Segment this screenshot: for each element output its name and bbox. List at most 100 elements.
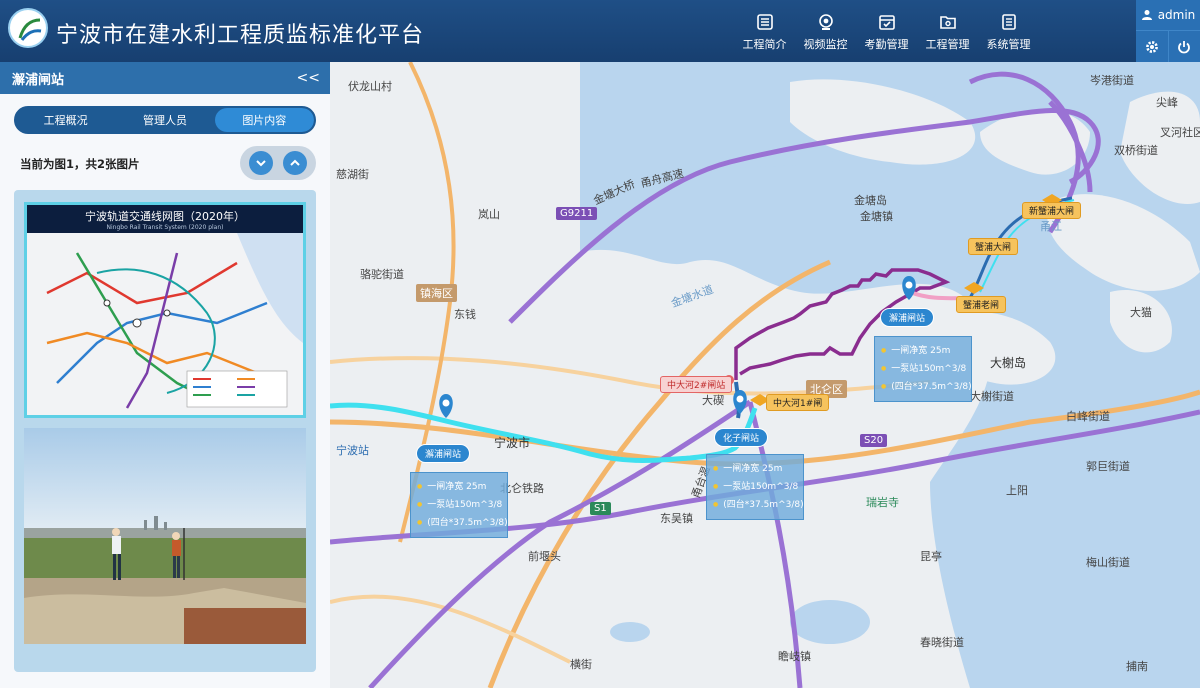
place-label: 金塘岛 (854, 194, 887, 207)
gate-tag-xiepu[interactable]: 蟹浦大闸 (968, 238, 1019, 255)
station-tag-huazi[interactable]: 化子闸站 (714, 428, 769, 447)
place-label: 瑞岩寺 (866, 496, 899, 509)
info-row: (四台*37.5m^3/8) (713, 496, 803, 514)
road-shield: S1 (590, 502, 611, 515)
place-label: 伏龙山村 (348, 80, 392, 93)
nav-label: 视频监控 (803, 37, 848, 51)
tab-images[interactable]: 图片内容 (214, 108, 314, 132)
info-row: 一闸净宽 25m (417, 478, 501, 496)
next-image-button[interactable] (249, 151, 273, 175)
place-label: 东吴镇 (660, 512, 693, 525)
place-label: 上阳 (1006, 484, 1028, 497)
transit-map-drawing (27, 233, 303, 415)
tab-managers[interactable]: 管理人员 (115, 108, 214, 132)
gate-tag-xiepu-old[interactable]: 蟹浦老闸 (956, 296, 1007, 313)
power-icon (1178, 40, 1191, 53)
info-row: 一泵站150m^3/8 (417, 496, 502, 514)
collapse-sidebar-button[interactable]: << (297, 70, 320, 86)
nav-video-monitor[interactable]: 视频监控 (795, 0, 856, 62)
camera-icon (818, 13, 833, 30)
info-row: (四台*37.5m^3/8) (417, 514, 507, 532)
station-info-xiepu-left: 一闸净宽 25m 一泵站150m^3/8 (四台*37.5m^3/8) (410, 472, 508, 538)
info-row: 一闸净宽 25m (881, 342, 965, 360)
gear-icon (1145, 40, 1158, 53)
place-label: 慈湖街 (336, 168, 369, 181)
nav-label: 工程管理 (925, 37, 970, 51)
settings-button[interactable] (1136, 31, 1169, 62)
user-tools (1136, 31, 1200, 62)
place-label: 大碶 (702, 394, 724, 407)
chevron-down-icon (256, 160, 266, 167)
nav-project-manage[interactable]: 工程管理 (917, 0, 978, 62)
logout-button[interactable] (1169, 31, 1200, 62)
place-label: 瞻岐镇 (778, 650, 811, 663)
image-pager (240, 146, 316, 180)
nav-project-intro[interactable]: 工程简介 (734, 0, 795, 62)
place-label: 春晓街道 (920, 636, 964, 649)
transit-map-title: 宁波轨道交通线网图（2020年） (85, 210, 245, 223)
sidebar-header: 澥浦闸站 << (0, 62, 330, 94)
info-tabs: 工程概况 管理人员 图片内容 (14, 106, 316, 134)
station-info-huazi: 一闸净宽 25m 一泵站150m^3/8 (四台*37.5m^3/8) (706, 454, 804, 520)
nav-system-manage[interactable]: 系统管理 (978, 0, 1039, 62)
place-label: 叉河社区 (1160, 126, 1200, 139)
place-label: 大榭岛 (990, 356, 1027, 370)
place-label: 宁波市 (494, 436, 531, 450)
place-label: 昆亭 (920, 550, 942, 563)
info-row: 一闸净宽 25m (713, 460, 797, 478)
place-label: 宁波站 (336, 444, 369, 457)
station-sidebar: 澥浦闸站 << 工程概况 管理人员 图片内容 当前为图1，共2张图片 宁波轨道交… (0, 62, 330, 688)
place-label: 双桥街道 (1114, 144, 1158, 157)
place-label: 郭巨街道 (1086, 460, 1130, 473)
user-icon (1141, 10, 1152, 20)
top-header: 宁波市在建水利工程质监标准化平台 工程简介 视频监控 考勤管理 工程管理 系统管… (0, 0, 1200, 62)
nav-label: 工程简介 (742, 37, 787, 51)
district-label: 镇海区 (416, 284, 457, 302)
gallery-image-transit-map[interactable]: 宁波轨道交通线网图（2020年） Ningbo Rail Transit Sys… (24, 202, 306, 418)
marker-xiepu-station-left[interactable] (439, 394, 453, 418)
info-row: 一泵站150m^3/8 (881, 360, 966, 378)
info-row: (四台*37.5m^3/8) (881, 378, 971, 396)
place-label: 捕南 (1126, 660, 1148, 673)
list-icon (756, 13, 773, 30)
place-label: 岑港街道 (1090, 74, 1134, 87)
nav-attendance[interactable]: 考勤管理 (856, 0, 917, 62)
prev-image-button[interactable] (283, 151, 307, 175)
calendar-check-icon (878, 14, 895, 30)
gate-tag-new-xiepu[interactable]: 新蟹浦大闸 (1022, 202, 1082, 219)
station-tag-xiepu-top[interactable]: 澥浦闸站 (880, 308, 935, 327)
place-label: 横街 (570, 658, 592, 671)
place-label: 白峰街道 (1066, 410, 1110, 423)
map-view[interactable]: 伏龙山村 岚山 骆驼街道 镇海区 东钱 大碶 北仑区 大榭岛 大榭街道 金塘岛 … (330, 62, 1200, 688)
station-info-xiepu-top: 一闸净宽 25m 一泵站150m^3/8 (四台*37.5m^3/8) (874, 336, 972, 402)
app-root: 宁波市在建水利工程质监标准化平台 工程简介 视频监控 考勤管理 工程管理 系统管… (0, 0, 1200, 688)
folder-gear-icon (939, 15, 956, 29)
gallery-image-site-photo[interactable] (24, 428, 306, 644)
road-shield: S20 (860, 434, 888, 447)
place-label: 骆驼街道 (360, 268, 404, 281)
image-counter: 当前为图1，共2张图片 (20, 157, 140, 171)
place-label: 大榭街道 (970, 390, 1014, 403)
place-label: 梅山街道 (1086, 556, 1130, 569)
site-photo (24, 428, 306, 644)
main-nav: 工程简介 视频监控 考勤管理 工程管理 系统管理 (734, 0, 1039, 62)
gate-tag-zhongdahe2[interactable]: 中大河2#闸站 (660, 376, 733, 393)
station-title: 澥浦闸站 (12, 72, 65, 88)
user-box: admin (1136, 0, 1200, 62)
station-tag-xiepu-left[interactable]: 澥浦闸站 (416, 444, 471, 463)
map-canvas (330, 62, 1200, 688)
place-label: 东钱 (454, 308, 476, 321)
tab-project-overview[interactable]: 工程概况 (16, 108, 115, 132)
user-account[interactable]: admin (1136, 0, 1200, 31)
document-list-icon (1001, 13, 1016, 30)
transit-map-subtitle: Ningbo Rail Transit System (2020 plan) (106, 224, 224, 231)
chevron-up-icon (290, 159, 300, 166)
place-label: 金塘镇 (860, 210, 893, 223)
nav-label: 考勤管理 (864, 37, 909, 51)
gate-tag-zhongdahe1[interactable]: 中大河1#闸 (766, 394, 830, 411)
nav-label: 系统管理 (986, 37, 1031, 51)
place-label: 尖峰 (1156, 96, 1178, 109)
transit-map-header: 宁波轨道交通线网图（2020年） Ningbo Rail Transit Sys… (27, 205, 303, 233)
water-label: 甬江 (1040, 220, 1062, 233)
info-row: 一泵站150m^3/8 (713, 478, 798, 496)
